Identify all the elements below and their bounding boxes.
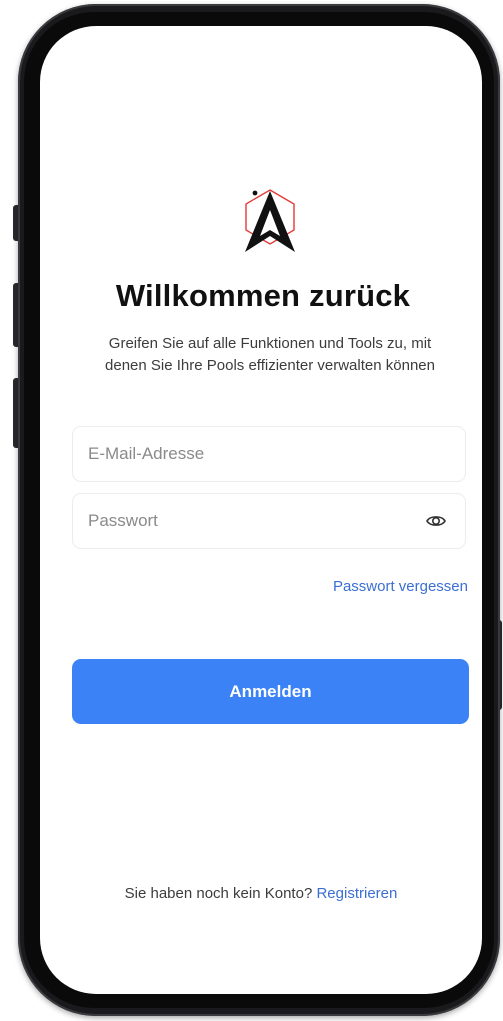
stage: Willkommen zurück Greifen Sie auf alle F… — [0, 0, 503, 1021]
register-link[interactable]: Registrieren — [316, 885, 397, 902]
email-field-container — [72, 426, 466, 482]
signup-prompt: Sie haben noch kein Konto? Registrieren — [40, 885, 482, 902]
password-input[interactable] — [73, 494, 425, 548]
app-logo-icon — [238, 186, 302, 256]
no-account-text: Sie haben noch kein Konto? — [124, 885, 313, 902]
page-subtitle: Greifen Sie auf alle Funktionen und Tool… — [60, 333, 480, 377]
password-field-container — [72, 493, 466, 549]
subtitle-line: Greifen Sie auf alle Funktionen und Tool… — [108, 335, 432, 352]
eye-icon[interactable] — [425, 510, 447, 532]
forgot-password-link[interactable]: Passwort vergessen — [333, 578, 468, 595]
login-button[interactable]: Anmelden — [72, 659, 469, 724]
subtitle-line: denen Sie Ihre Pools effizienter verwalt… — [105, 357, 435, 374]
login-screen: Willkommen zurück Greifen Sie auf alle F… — [40, 26, 482, 994]
email-input[interactable] — [73, 427, 465, 481]
page-title: Willkommen zurück — [115, 278, 411, 313]
